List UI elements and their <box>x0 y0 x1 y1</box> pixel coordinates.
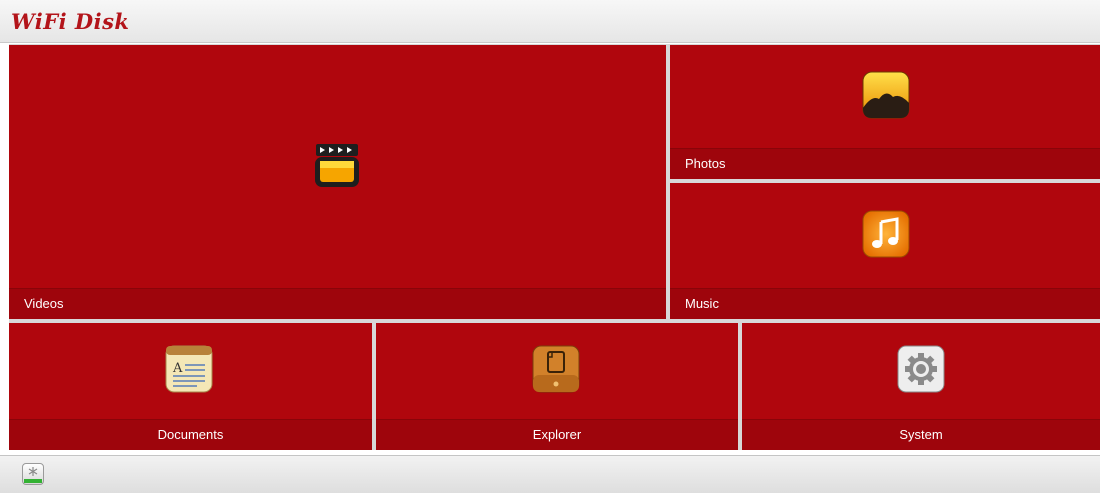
document-icon: A <box>165 345 213 393</box>
tile-photos[interactable]: Photos <box>670 45 1100 179</box>
folder-explorer-icon <box>532 345 580 393</box>
tile-videos[interactable]: Videos <box>9 45 666 319</box>
tile-grid: Videos Photos Music A Documents Explorer… <box>9 44 1100 450</box>
photo-landscape-icon <box>862 71 910 119</box>
tile-music[interactable]: Music <box>670 183 1100 319</box>
tile-system[interactable]: System <box>742 323 1100 450</box>
tile-explorer-label: Explorer <box>376 419 738 450</box>
tile-photos-label: Photos <box>670 148 1100 179</box>
tile-music-label: Music <box>670 288 1100 319</box>
clapperboard-icon <box>315 144 359 187</box>
tile-system-label: System <box>742 419 1100 450</box>
svg-text:A: A <box>172 361 183 376</box>
tile-documents[interactable]: A Documents <box>9 323 372 450</box>
wifi-status-icon <box>24 467 42 483</box>
tile-videos-label: Videos <box>9 288 666 319</box>
app-logo: WiFi Disk <box>11 9 130 34</box>
status-bar <box>0 455 1100 493</box>
gear-icon <box>897 345 945 393</box>
status-button[interactable] <box>22 463 44 485</box>
app-header: WiFi Disk <box>0 0 1100 43</box>
tile-explorer[interactable]: Explorer <box>376 323 738 450</box>
tile-documents-label: Documents <box>9 419 372 450</box>
music-note-icon <box>862 210 910 258</box>
